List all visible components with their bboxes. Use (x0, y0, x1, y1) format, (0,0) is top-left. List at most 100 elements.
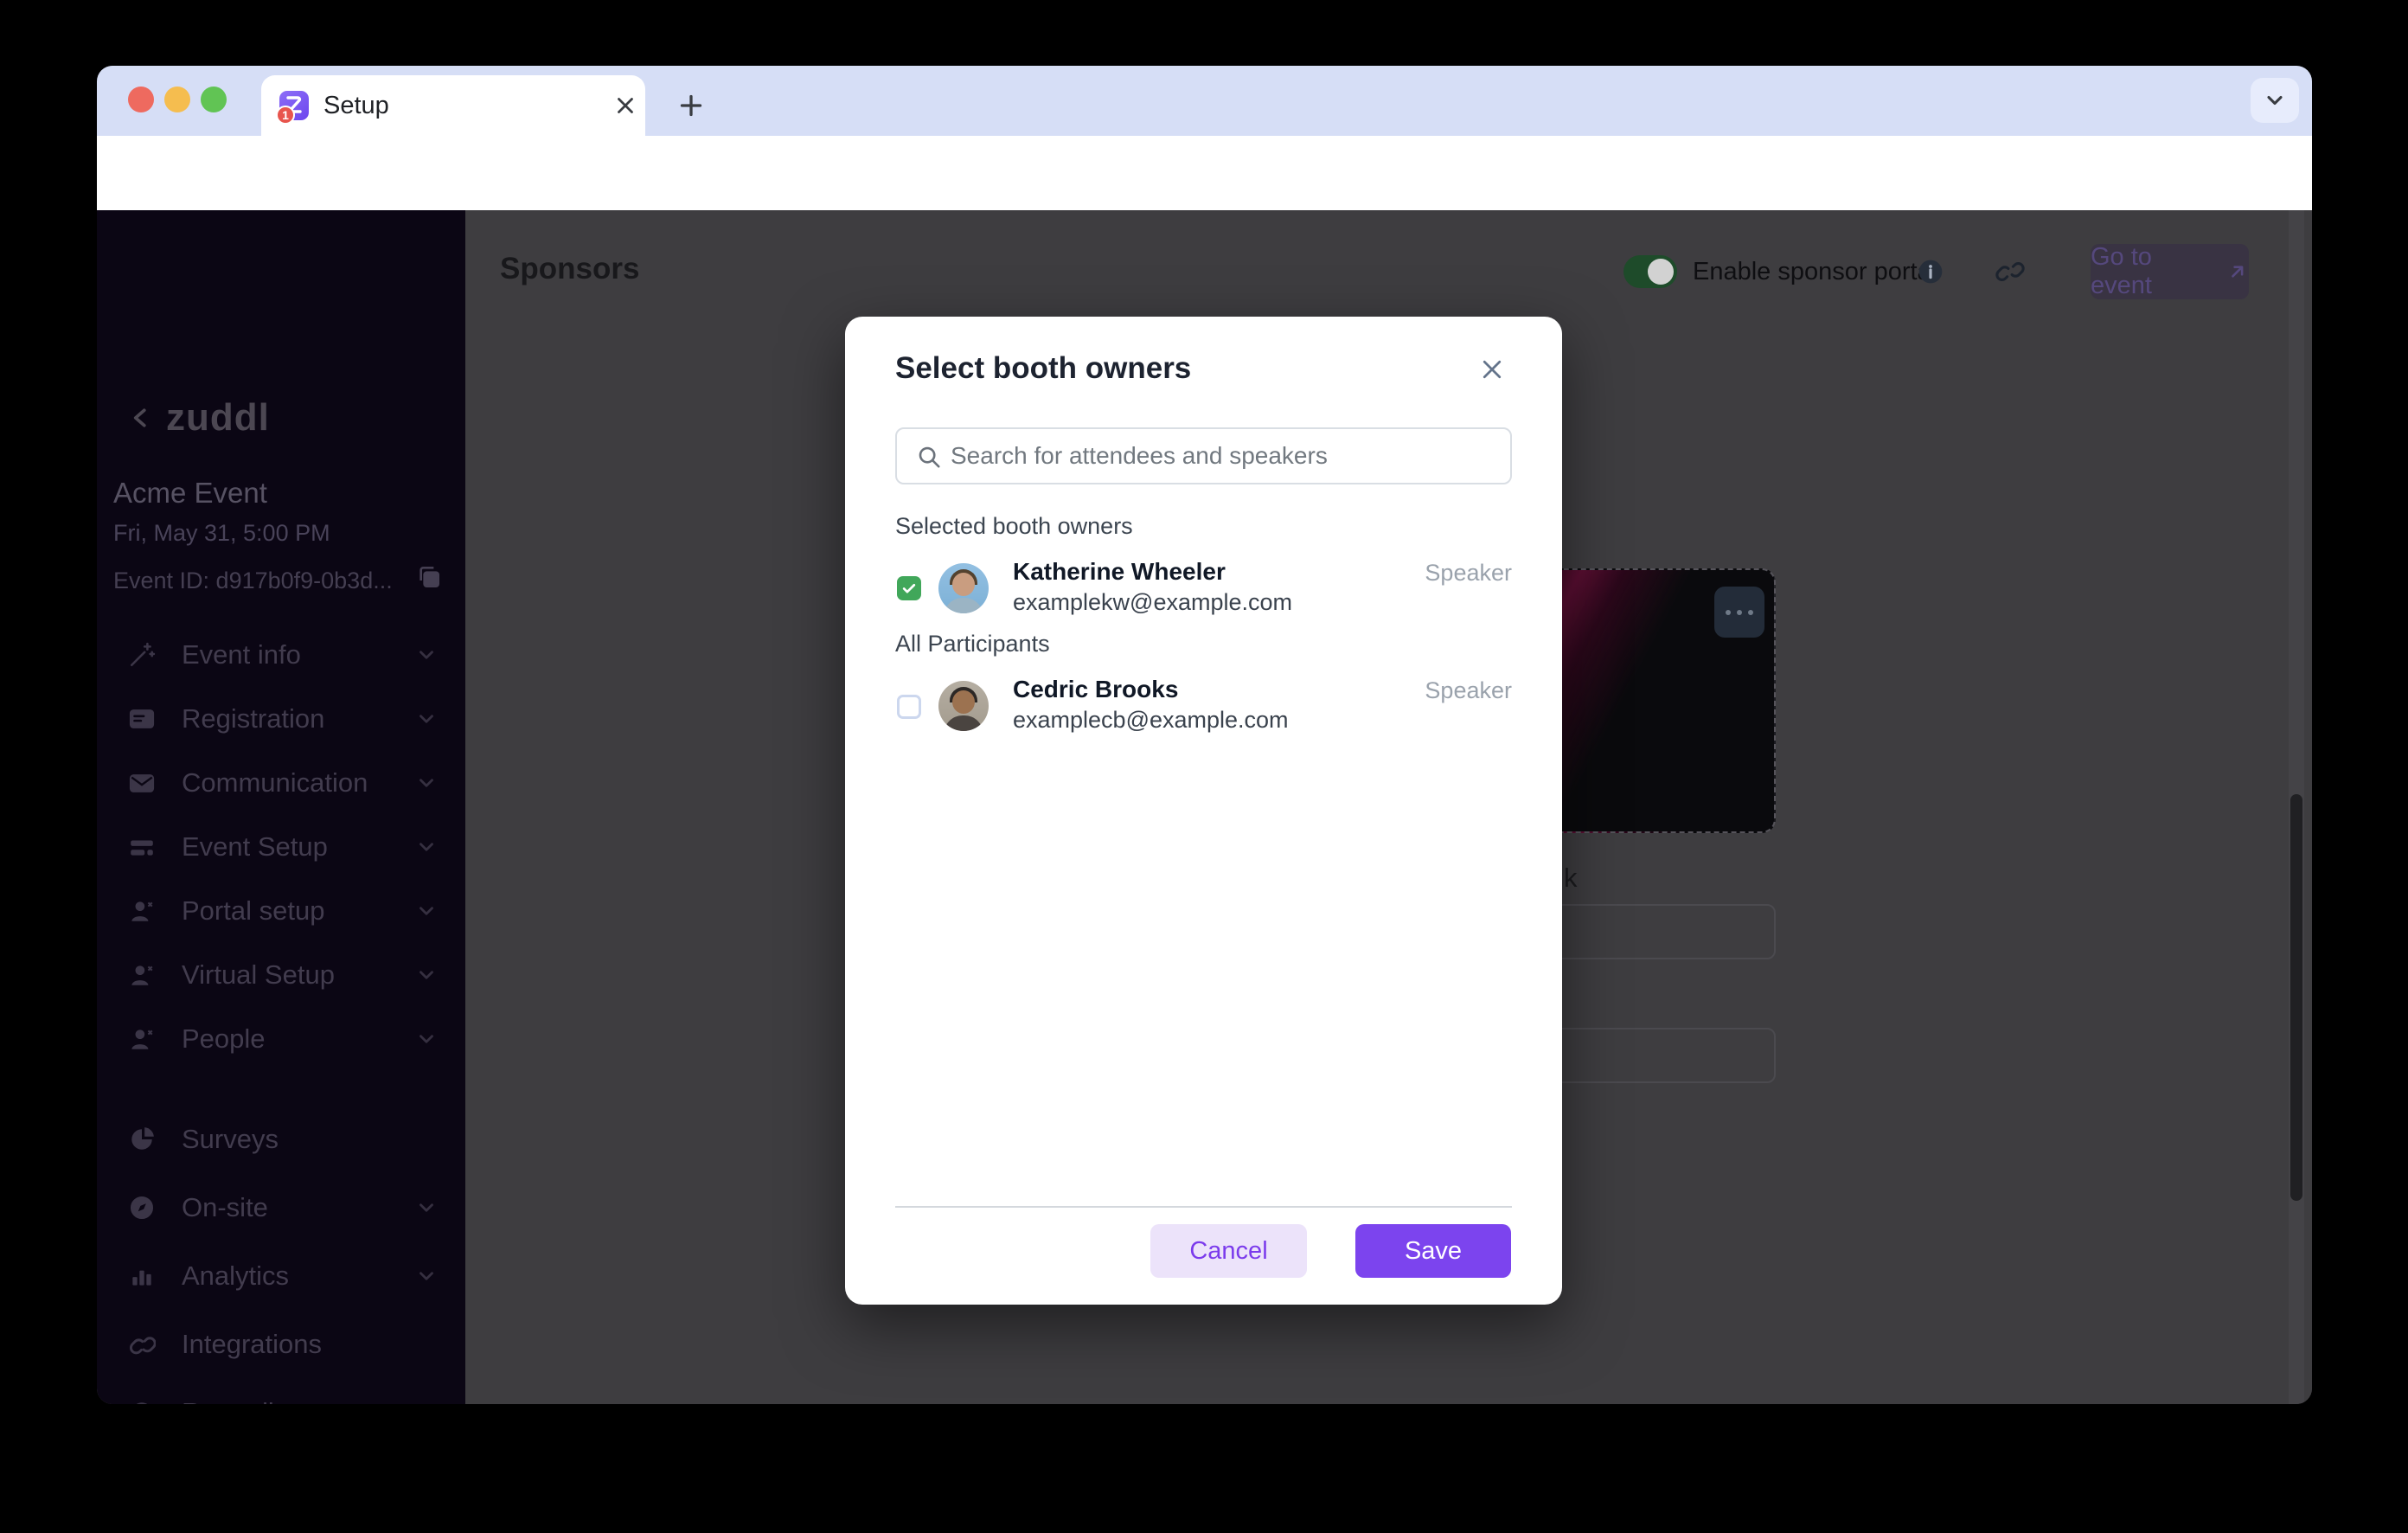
tab-strip: 1 Setup (97, 66, 2312, 136)
chevron-down-icon (415, 708, 438, 730)
browser-window: 1 Setup https://setup.zuddl. (97, 66, 2312, 1404)
traffic-light-zoom[interactable] (201, 87, 227, 112)
wand-icon (128, 641, 156, 669)
chevron-down-icon (415, 1196, 438, 1219)
modal-title: Select booth owners (895, 351, 1191, 386)
event-datetime: Fri, May 31, 5:00 PM (113, 520, 330, 547)
participant-email: examplekw@example.com (1013, 589, 1292, 616)
sidebar-item-recordings[interactable]: Recordings (97, 1378, 465, 1404)
participant-name: Katherine Wheeler (1013, 558, 1226, 586)
event-name: Acme Event (113, 477, 267, 510)
browser-tab[interactable]: 1 Setup (261, 75, 645, 136)
enable-sponsor-portal-toggle[interactable] (1623, 255, 1677, 288)
sidebar-logo[interactable]: zuddl (128, 394, 270, 442)
select-booth-owners-modal: Select booth owners Selected booth owner… (845, 317, 1562, 1305)
sidebar-item-label: People (182, 1023, 266, 1055)
close-icon[interactable] (1479, 356, 1505, 382)
logo-wordmark: zuddl (166, 396, 270, 439)
tab-search-chevron-button[interactable] (2251, 78, 2299, 123)
sidebar-item-label: On-site (182, 1192, 268, 1223)
search-input[interactable] (951, 429, 1504, 483)
save-button[interactable]: Save (1355, 1224, 1511, 1278)
toggle-label: Enable sponsor portal (1693, 258, 1937, 286)
tab-close-icon[interactable] (612, 93, 638, 119)
person-icon (128, 1025, 156, 1053)
sidebar-item-label: Event info (182, 639, 301, 670)
tab-title: Setup (323, 92, 389, 120)
obscured-label-fragment: k (1564, 863, 1578, 894)
search-icon (916, 444, 942, 470)
chevron-down-icon (415, 1028, 438, 1050)
zuddl-favicon: 1 (279, 91, 309, 120)
mail-icon (128, 769, 156, 797)
sidebar-item-on-site[interactable]: On-site (97, 1173, 465, 1241)
play-circle-icon (128, 1399, 156, 1405)
new-tab-icon[interactable] (676, 90, 707, 121)
bar-chart-icon (128, 1262, 156, 1290)
info-icon[interactable] (1917, 258, 1944, 285)
sidebar-item-label: Communication (182, 767, 368, 799)
sidebar-item-label: Integrations (182, 1329, 322, 1360)
checkbox-unchecked[interactable] (897, 695, 921, 719)
go-to-event-button[interactable]: Go to event (2091, 244, 2249, 299)
participant-name: Cedric Brooks (1013, 676, 1178, 703)
sidebar-item-analytics[interactable]: Analytics (97, 1241, 465, 1310)
form-card-icon (128, 705, 156, 733)
person-icon (128, 897, 156, 925)
go-to-event-label: Go to event (2091, 243, 2218, 300)
chevron-down-icon (2263, 88, 2287, 112)
cancel-button[interactable]: Cancel (1150, 1224, 1307, 1278)
sidebar-item-integrations[interactable]: Integrations (97, 1310, 465, 1378)
chevron-down-icon (415, 836, 438, 858)
traffic-light-close[interactable] (128, 87, 154, 112)
sidebar-item-event-setup[interactable]: Event Setup (97, 815, 465, 879)
sidebar-item-label: Analytics (182, 1260, 289, 1292)
modal-footer-divider (895, 1206, 1512, 1208)
sidebar-item-virtual-setup[interactable]: Virtual Setup (97, 943, 465, 1007)
sidebar-item-event-info[interactable]: Event info (97, 623, 465, 687)
participant-role: Speaker (1425, 677, 1512, 704)
selected-section-label: Selected booth owners (895, 513, 1133, 540)
event-id: Event ID: d917b0f9-0b3d... (113, 568, 393, 594)
avatar (938, 563, 989, 613)
chevron-down-icon (415, 964, 438, 986)
sidebar-item-surveys[interactable]: Surveys (97, 1105, 465, 1173)
link-icon (128, 1331, 156, 1358)
sidebar-nav-secondary: Surveys On-site Analytics Integrations (97, 1105, 465, 1404)
person-icon (128, 961, 156, 989)
sidebar-item-label: Virtual Setup (182, 959, 335, 991)
chevron-down-icon (415, 1265, 438, 1287)
chevron-down-icon (415, 900, 438, 922)
sidebar-item-label: Surveys (182, 1124, 279, 1155)
scrollbar-thumb[interactable] (2290, 794, 2302, 1201)
external-arrow-icon (2226, 260, 2249, 283)
sidebar-item-communication[interactable]: Communication (97, 751, 465, 815)
check-icon (900, 580, 918, 597)
card-kebab-menu[interactable] (1714, 587, 1764, 638)
search-box (895, 427, 1512, 484)
traffic-light-minimize[interactable] (164, 87, 190, 112)
compass-icon (128, 1194, 156, 1222)
sidebar-item-label: Event Setup (182, 831, 328, 863)
copy-link-icon[interactable] (1995, 257, 2025, 286)
sidebar: zuddl Acme Event Fri, May 31, 5:00 PM Ev… (97, 210, 465, 1404)
page-title: Sponsors (500, 252, 639, 286)
copy-icon[interactable] (415, 563, 443, 591)
browser-toolbar: https://setup.zuddl.com/event/ (97, 136, 2312, 210)
sidebar-item-portal-setup[interactable]: Portal setup (97, 879, 465, 943)
chevron-down-icon (415, 772, 438, 794)
participant-email: examplecb@example.com (1013, 707, 1289, 734)
toggle-knob (1648, 259, 1674, 285)
all-participants-section-label: All Participants (895, 631, 1050, 657)
back-chevron-icon (128, 405, 154, 431)
sidebar-item-label: Portal setup (182, 895, 324, 927)
chevron-down-icon (415, 644, 438, 666)
sidebar-item-registration[interactable]: Registration (97, 687, 465, 751)
checkbox-checked[interactable] (897, 576, 921, 600)
signpost-icon (128, 833, 156, 861)
sidebar-item-label: Recordings (182, 1397, 317, 1405)
tab-notification-badge: 1 (276, 106, 295, 125)
participant-role: Speaker (1425, 560, 1512, 587)
avatar (938, 681, 989, 731)
sidebar-item-people[interactable]: People (97, 1007, 465, 1071)
